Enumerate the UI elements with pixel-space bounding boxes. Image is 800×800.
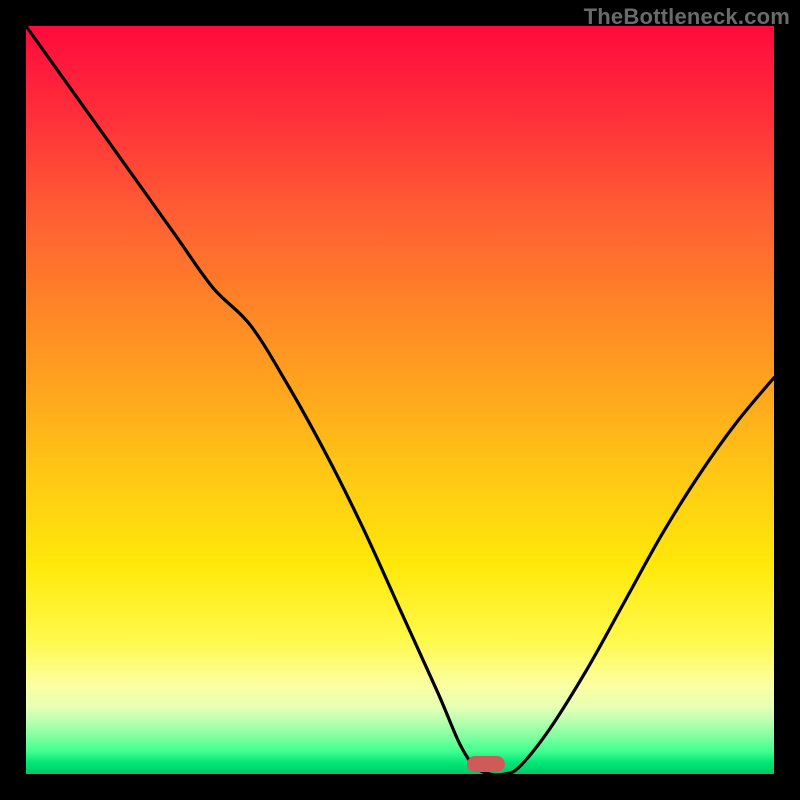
bottleneck-curve [26,26,774,774]
chart-frame: TheBottleneck.com [0,0,800,800]
plot-area [26,26,774,774]
watermark-text: TheBottleneck.com [584,4,790,30]
optimum-marker [467,756,505,772]
